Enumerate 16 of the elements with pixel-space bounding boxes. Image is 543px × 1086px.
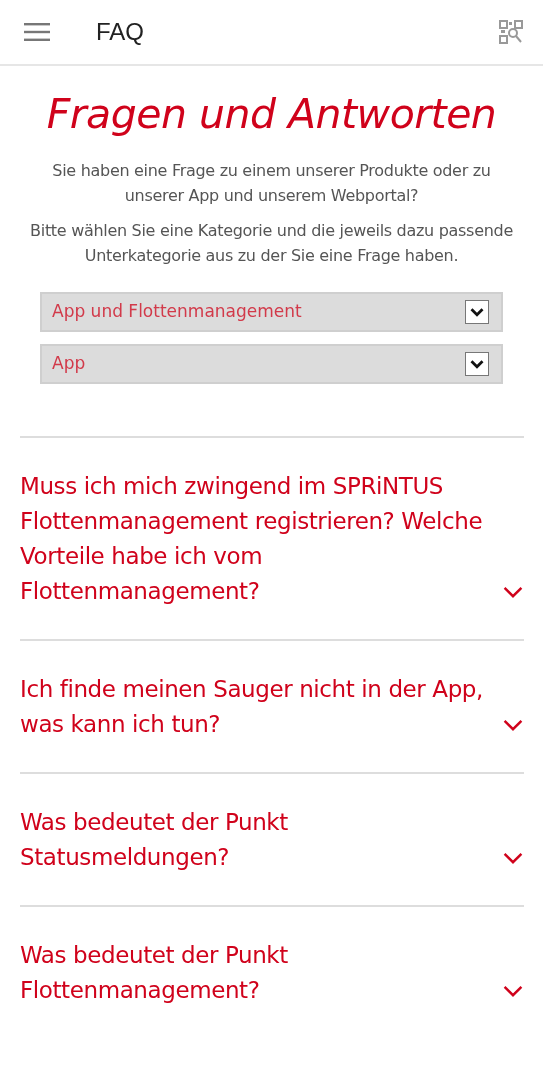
faq-question[interactable]: Was bedeutet der Punkt Statusmeldungen? (20, 804, 502, 875)
page-title: FAQ (96, 17, 144, 47)
dropdown-select[interactable]: App und Flottenmanagement (40, 291, 503, 332)
dropdown-select[interactable]: App (40, 343, 503, 384)
chevron-icon[interactable] (502, 584, 524, 599)
qr-code-icon[interactable] (499, 20, 523, 44)
intro-text: Sie haben eine Frage zu einem unserer Produkte oder zu unserer App und unserem Webportal? (51, 159, 492, 207)
faq-question[interactable]: Ich finde meinen Sauger nicht in der App, was kann ich tun? (20, 671, 502, 742)
chevron-icon[interactable] (502, 717, 524, 732)
faq-question[interactable]: Muss ich mich zwingend im SPRiNTUS Flottenmanagement registrieren? Welche Vorteile habe ich vom Flottenmanagement? (20, 468, 502, 609)
intro-text: Bitte wählen Sie eine Kategorie und die jeweils dazu passende Unterkategorie aus zu der Sie eine Frage haben. (29, 219, 514, 267)
chevron-icon[interactable] (502, 983, 524, 998)
chevron-icon[interactable] (502, 850, 524, 865)
faq-question[interactable]: Was bedeutet der Punkt Flottenmanagement? (20, 937, 502, 1008)
page-heading: Fragen und Antworten (45, 89, 498, 140)
menu-icon[interactable] (24, 23, 50, 41)
